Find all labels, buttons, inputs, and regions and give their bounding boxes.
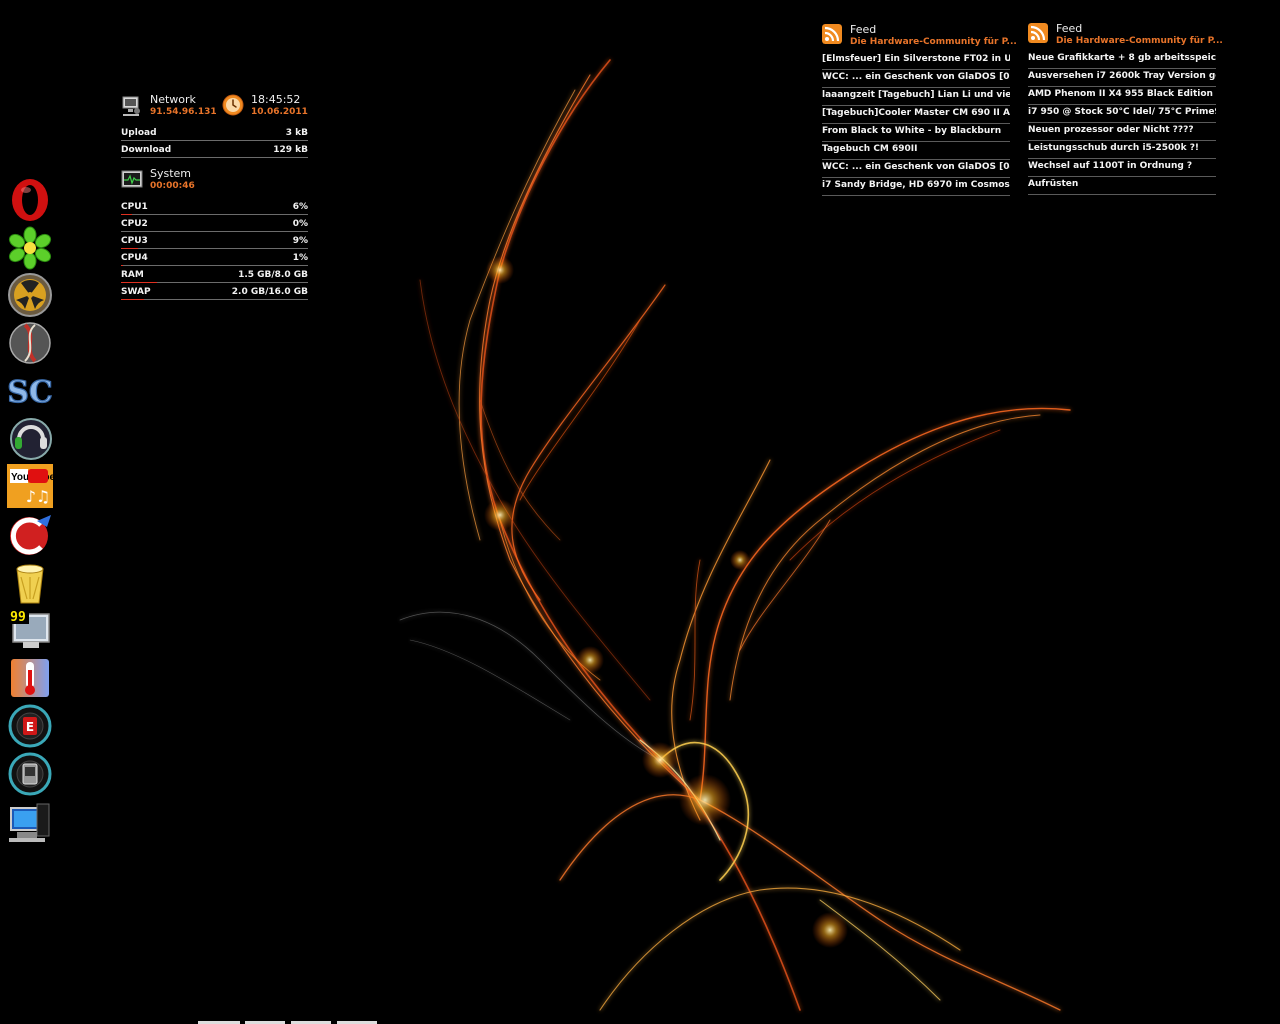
- feed-item[interactable]: Tagebuch CM 690II: [822, 143, 1010, 160]
- feed-item[interactable]: laaangzeit [Tagebuch] Lian Li und viele.…: [822, 89, 1010, 106]
- feed-item[interactable]: AMD Phenom II X4 955 Black Edition oc: [1028, 88, 1216, 105]
- upload-row: Upload 3 kB: [121, 124, 308, 141]
- device-icon[interactable]: [7, 752, 53, 796]
- feed-title: Feed: [850, 23, 877, 36]
- cpu4-label: CPU4: [121, 253, 148, 263]
- youtube-music-icon[interactable]: You Tube♪♫: [7, 464, 53, 508]
- feed-item[interactable]: WCC: ... ein Geschenk von GlaDOS [040...: [822, 161, 1010, 178]
- cpu1-value: 6%: [292, 202, 308, 212]
- feed-item[interactable]: WCC: ... ein Geschenk von GlaDOS [090...: [822, 71, 1010, 88]
- dna-icon[interactable]: [7, 321, 53, 365]
- feed-item[interactable]: Wechsel auf 1100T in Ordnung ?: [1028, 160, 1216, 177]
- computer-icon[interactable]: [7, 800, 53, 844]
- ram-value: 1.5 GB/8.0 GB: [238, 270, 308, 280]
- cpu1-label: CPU1: [121, 202, 148, 212]
- upload-value: 3 kB: [285, 128, 308, 138]
- ip-address: 91.54.96.131: [150, 107, 217, 117]
- system-monitor-icon: [121, 170, 143, 188]
- upload-label: Upload: [121, 128, 157, 138]
- rss-icon: [1028, 23, 1048, 43]
- feed-source[interactable]: Die Hardware-Community für P...: [850, 36, 1017, 48]
- starcraft-icon[interactable]: SC: [7, 369, 53, 413]
- rss-icon: [822, 24, 842, 44]
- feed-item[interactable]: Neue Grafikkarte + 8 gb arbeitsspeicher: [1028, 52, 1216, 69]
- clock-date: 10.06.2011: [251, 107, 308, 117]
- cpu2-row: CPU2 0%: [121, 215, 308, 232]
- feed-item[interactable]: From Black to White - by Blackburn: [822, 125, 1010, 142]
- network-title: Network: [150, 93, 196, 106]
- swap-row: SWAP 2.0 GB/16.0 GB: [121, 283, 308, 300]
- teamspeak-icon[interactable]: [7, 417, 53, 461]
- clock-widget: 18:45:52 10.06.2011: [222, 94, 312, 118]
- feed-item[interactable]: Leistungsschub durch i5-2500k ?!: [1028, 142, 1216, 159]
- radiation-icon[interactable]: [7, 273, 53, 317]
- red-app-icon[interactable]: E: [7, 704, 53, 748]
- system-uptime: 00:00:46: [150, 181, 195, 191]
- cpu3-label: CPU3: [121, 236, 148, 246]
- network-widget: Network 91.54.96.131: [121, 93, 217, 118]
- clock-time: 18:45:52: [251, 93, 301, 106]
- feed-title: Feed: [1056, 22, 1083, 35]
- cpu3-row: CPU3 9%: [121, 232, 308, 249]
- rss-feed-widget-1: Feed Die Hardware-Community für P... [El…: [822, 24, 1017, 197]
- ccleaner-icon[interactable]: [7, 513, 53, 557]
- display-99-text: 99: [10, 610, 26, 625]
- system-stats: CPU1 6% CPU2 0% CPU3 9% CPU4 1% RAM 1.5 …: [121, 198, 308, 300]
- svg-text:E: E: [26, 720, 34, 734]
- ram-label: RAM: [121, 270, 144, 280]
- feed-item[interactable]: i7 950 @ Stock 50°C Idel/ 75°C Prime95..…: [1028, 106, 1216, 123]
- network-stats: Upload 3 kB Download 129 kB: [121, 124, 308, 158]
- cpu4-value: 1%: [292, 253, 308, 263]
- ram-row: RAM 1.5 GB/8.0 GB: [121, 266, 308, 283]
- swap-label: SWAP: [121, 287, 151, 297]
- swap-usage-bar: [121, 299, 145, 300]
- swap-value: 2.0 GB/16.0 GB: [231, 287, 308, 297]
- download-label: Download: [121, 145, 172, 155]
- system-title: System: [150, 167, 192, 180]
- cpu4-row: CPU4 1%: [121, 249, 308, 266]
- feed-source[interactable]: Die Hardware-Community für P...: [1056, 35, 1223, 47]
- svg-text:SC: SC: [7, 375, 53, 410]
- recycle-bin-icon[interactable]: [7, 561, 53, 605]
- network-icon: [122, 96, 140, 116]
- thermometer-icon[interactable]: [7, 656, 53, 700]
- feed-item[interactable]: i7 Sandy Bridge, HD 6970 im Cosmos P...: [822, 179, 1010, 196]
- download-row: Download 129 kB: [121, 141, 308, 158]
- cpu2-value: 0%: [292, 219, 308, 229]
- feed-item[interactable]: [Elmsfeuer] Ein Silverstone FT02 in UV,.…: [822, 53, 1010, 70]
- opera-icon[interactable]: [7, 178, 53, 222]
- display-99-icon[interactable]: 99: [7, 608, 53, 652]
- feed-item[interactable]: Aufrüsten: [1028, 178, 1216, 195]
- cpu3-value: 9%: [292, 236, 308, 246]
- cpu2-label: CPU2: [121, 219, 148, 229]
- download-value: 129 kB: [273, 145, 308, 155]
- icq-icon[interactable]: [7, 226, 53, 270]
- svg-text:♪♫: ♪♫: [26, 487, 51, 506]
- system-widget: System 00:00:46: [121, 168, 308, 192]
- feed-item[interactable]: Neuen prozessor oder Nicht ????: [1028, 124, 1216, 141]
- cpu1-row: CPU1 6%: [121, 198, 308, 215]
- clock-icon: [222, 94, 244, 116]
- rss-feed-widget-2: Feed Die Hardware-Community für P... Neu…: [1028, 23, 1223, 196]
- feed-item[interactable]: [Tagebuch]Cooler Master CM 690 II Ad...: [822, 107, 1010, 124]
- feed-item[interactable]: Ausversehen i7 2600k Tray Version gek...: [1028, 70, 1216, 87]
